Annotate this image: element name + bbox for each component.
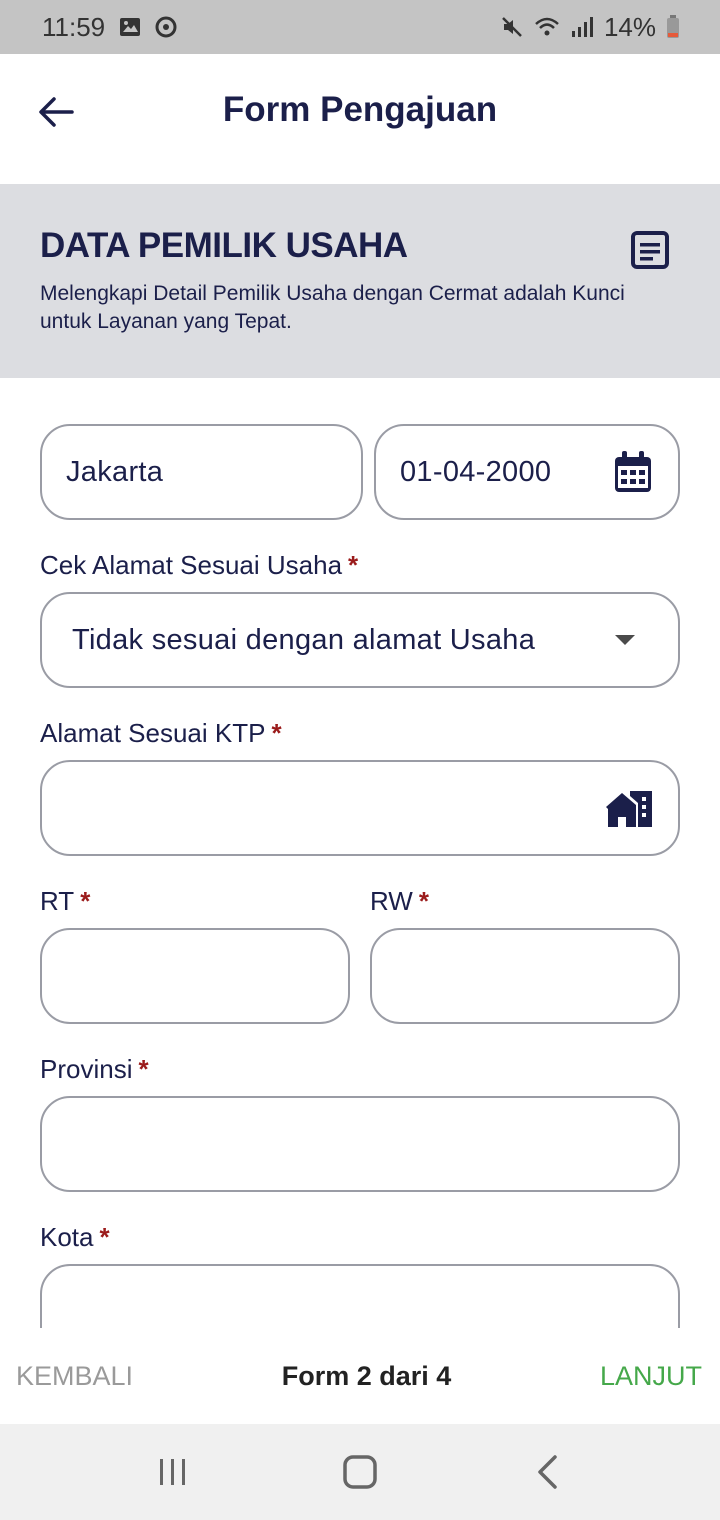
rt-label-text: RT (40, 886, 75, 916)
required-marker: * (138, 1054, 149, 1084)
birth-place-value: Jakarta (66, 455, 164, 488)
rt-label: RT * (40, 886, 90, 917)
image-icon (119, 17, 141, 37)
dropdown-arrow-icon (614, 634, 636, 646)
section-description: Melengkapi Detail Pemilik Usaha dengan C… (40, 282, 625, 333)
city-label: Kota * (40, 1222, 110, 1253)
address-check-label: Cek Alamat Sesuai Usaha * (40, 550, 358, 581)
wifi-icon (534, 16, 560, 38)
province-label: Provinsi * (40, 1054, 149, 1085)
status-time: 11:59 (42, 11, 106, 42)
province-label-text: Provinsi (40, 1054, 133, 1084)
form-scroll-area[interactable]: Jakarta 01-04-2000 Cek Alamat Sesuai Usa… (0, 378, 720, 1328)
city-label-text: Kota (40, 1222, 94, 1252)
birth-date-value: 01-04-2000 (400, 455, 552, 488)
signal-icon (570, 16, 594, 38)
home-button[interactable] (330, 1442, 390, 1502)
ktp-address-label-text: Alamat Sesuai KTP (40, 718, 266, 748)
required-marker: * (99, 1222, 110, 1252)
status-left: 11:59 (42, 12, 177, 43)
required-marker: * (271, 718, 282, 748)
next-form-button[interactable]: LANJUT (600, 1361, 702, 1392)
required-marker: * (418, 886, 429, 916)
rw-input[interactable] (370, 928, 680, 1024)
rw-label-text: RW (370, 886, 413, 916)
rt-input[interactable] (40, 928, 350, 1024)
system-back-button[interactable] (517, 1442, 577, 1502)
battery-percent: 14% (603, 11, 656, 42)
section-header: DATA PEMILIK USAHA Melengkapi Detail Pem… (0, 184, 720, 378)
recent-apps-button[interactable] (143, 1442, 203, 1502)
required-marker: * (348, 550, 359, 580)
home-icon (342, 1454, 378, 1490)
app-bar: Form Pengajuan (0, 54, 720, 184)
form-footer: KEMBALI Form 2 dari 4 LANJUT (0, 1328, 720, 1424)
page-title: Form Pengajuan (222, 90, 498, 129)
address-check-select[interactable]: Tidak sesuai dengan alamat Usaha (40, 592, 680, 688)
rw-label: RW * (370, 886, 429, 917)
required-marker: * (80, 886, 91, 916)
city-input[interactable] (40, 1264, 680, 1328)
sync-icon (155, 16, 177, 38)
birth-date-field[interactable]: 01-04-2000 (374, 424, 680, 520)
chevron-left-icon (535, 1454, 559, 1490)
battery-icon (666, 15, 680, 39)
province-input[interactable] (40, 1096, 680, 1192)
system-nav-bar (0, 1424, 720, 1520)
form-progress: Form 2 dari 4 (281, 1360, 452, 1391)
address-check-value: Tidak sesuai dengan alamat Usaha (72, 623, 536, 656)
address-check-label-text: Cek Alamat Sesuai Usaha (40, 550, 343, 580)
ktp-address-label: Alamat Sesuai KTP * (40, 718, 282, 749)
house-icon[interactable] (606, 789, 652, 827)
mute-icon (500, 15, 524, 39)
section-title: DATA PEMILIK USAHA (40, 226, 408, 265)
document-icon (630, 230, 670, 270)
ktp-address-input[interactable] (40, 760, 680, 856)
status-right: 14% (500, 12, 680, 43)
recent-apps-icon (157, 1456, 189, 1488)
birth-place-field[interactable]: Jakarta (40, 424, 363, 520)
status-bar: 11:59 14% (0, 0, 720, 54)
back-form-button[interactable]: KEMBALI (16, 1361, 133, 1392)
calendar-icon[interactable] (614, 451, 652, 493)
